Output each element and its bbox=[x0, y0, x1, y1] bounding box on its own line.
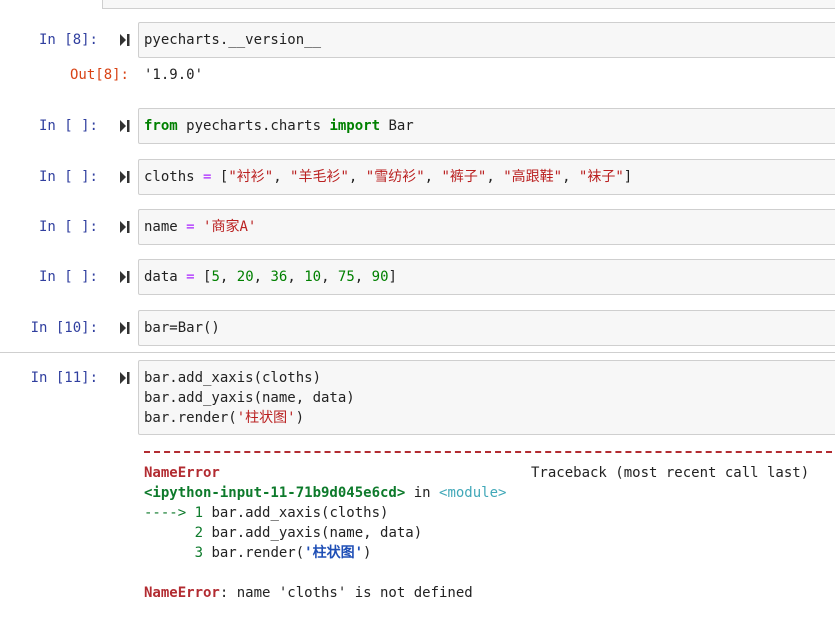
separator: , bbox=[562, 169, 579, 185]
run-cell-icon[interactable] bbox=[119, 321, 131, 335]
separator: , bbox=[321, 269, 338, 285]
run-cell-icon[interactable] bbox=[119, 119, 131, 133]
line-number: 2 bbox=[144, 525, 212, 541]
string-value: '商家A' bbox=[203, 219, 257, 235]
cell-divider bbox=[0, 352, 835, 353]
traceback-code: bar.add_xaxis(cloths) bbox=[211, 505, 389, 521]
list-number: 90 bbox=[371, 269, 389, 285]
code-input-cell[interactable] bbox=[138, 310, 835, 346]
separator: , bbox=[354, 269, 372, 285]
code-call: bar.render( bbox=[144, 410, 237, 426]
list-item: "雪纺衫" bbox=[365, 169, 425, 185]
cell-prompt: In [10]: bbox=[30, 320, 98, 336]
in-word: in bbox=[405, 485, 440, 501]
cell-prompt: In [8]: bbox=[38, 32, 98, 48]
separator: , bbox=[287, 269, 305, 285]
module-name: <module> bbox=[439, 485, 507, 501]
traceback-code: bar.add_yaxis(name, data) bbox=[211, 525, 423, 541]
code-line: bar.add_yaxis(name, data) bbox=[144, 390, 355, 406]
code-line: pyecharts.__version__ bbox=[144, 32, 322, 48]
previous-cell-bottom bbox=[102, 0, 835, 9]
error-name: NameError bbox=[144, 465, 220, 481]
separator: , bbox=[486, 169, 504, 185]
traceback-location: <ipython-input-11-71b9d045e6cd> in <modu… bbox=[144, 483, 506, 503]
code-line: name = '商家A' bbox=[144, 217, 256, 237]
assign-operator: = bbox=[203, 169, 212, 185]
code-call-close: ) bbox=[295, 410, 305, 426]
run-cell-icon[interactable] bbox=[119, 270, 131, 284]
traceback-line: 3 bar.render('柱状图') bbox=[144, 543, 372, 563]
traceback-code: ) bbox=[363, 545, 372, 561]
list-number: 75 bbox=[337, 269, 355, 285]
cell-prompt: In [11]: bbox=[30, 370, 98, 386]
list-number: 36 bbox=[270, 269, 288, 285]
keyword-import: import bbox=[329, 118, 381, 134]
module-path: pyecharts.charts bbox=[177, 118, 330, 134]
run-cell-icon[interactable] bbox=[119, 170, 131, 184]
list-close: ] bbox=[623, 169, 633, 185]
list-item: "袜子" bbox=[578, 169, 624, 185]
list-number: 20 bbox=[236, 269, 254, 285]
traceback-code: bar.render( bbox=[211, 545, 305, 561]
error-name: NameError bbox=[144, 585, 220, 601]
code-line: bar.render('柱状图') bbox=[144, 408, 304, 428]
run-cell-icon[interactable] bbox=[119, 33, 131, 47]
traceback-line: ----> 1 bar.add_xaxis(cloths) bbox=[144, 503, 388, 523]
error-arrow: ----> 1 bbox=[144, 505, 212, 521]
list-item: "羊毛衫" bbox=[290, 169, 349, 185]
list-item: "衬衫" bbox=[228, 169, 274, 185]
run-cell-icon[interactable] bbox=[119, 220, 131, 234]
separator: , bbox=[273, 169, 291, 185]
separator: , bbox=[219, 269, 237, 285]
code-line: cloths = ["衬衫", "羊毛衫", "雪纺衫", "裤子", "高跟鞋… bbox=[144, 167, 632, 187]
traceback-separator bbox=[144, 451, 832, 453]
error-detail: : name 'cloths' is not defined bbox=[219, 585, 473, 601]
traceback-line: 2 bar.add_yaxis(name, data) bbox=[144, 523, 423, 543]
cell-prompt: In [ ]: bbox=[38, 269, 98, 285]
error-message: NameError: name 'cloths' is not defined bbox=[144, 583, 473, 603]
cell-prompt: In [ ]: bbox=[38, 219, 98, 235]
output-prompt: Out[8]: bbox=[69, 67, 129, 83]
line-number: 3 bbox=[144, 545, 212, 561]
ipython-input-link: <ipython-input-11-71b9d045e6cd> bbox=[144, 485, 406, 501]
variable-name: cloths bbox=[144, 169, 195, 185]
variable-name: name bbox=[144, 219, 178, 235]
list-number: 10 bbox=[304, 269, 322, 285]
traceback-label: Traceback (most recent call last) bbox=[531, 465, 810, 481]
separator: , bbox=[253, 269, 271, 285]
keyword-from: from bbox=[144, 118, 178, 134]
code-line: from pyecharts.charts import Bar bbox=[144, 116, 414, 136]
cell-prompt: In [ ]: bbox=[38, 118, 98, 134]
cell-prompt: In [ ]: bbox=[38, 169, 98, 185]
code-line: data = [5, 20, 36, 10, 75, 90] bbox=[144, 267, 397, 287]
list-item: "高跟鞋" bbox=[503, 169, 563, 185]
list-close: ] bbox=[388, 269, 397, 285]
run-cell-icon[interactable] bbox=[119, 371, 131, 385]
traceback-string: '柱状图' bbox=[304, 545, 364, 561]
list-item: "裤子" bbox=[441, 169, 487, 185]
code-line: bar=Bar() bbox=[144, 320, 220, 336]
list-number: 5 bbox=[211, 269, 220, 285]
assign-operator: = bbox=[186, 219, 195, 235]
string-arg: '柱状图' bbox=[236, 410, 296, 426]
import-name: Bar bbox=[380, 118, 414, 134]
variable-name: data bbox=[144, 269, 178, 285]
assign-operator: = bbox=[186, 269, 195, 285]
separator: , bbox=[348, 169, 366, 185]
traceback-header: NameError bbox=[144, 463, 220, 483]
code-line: bar.add_xaxis(cloths) bbox=[144, 370, 322, 386]
output-text: '1.9.0' bbox=[144, 67, 204, 83]
separator: , bbox=[424, 169, 442, 185]
